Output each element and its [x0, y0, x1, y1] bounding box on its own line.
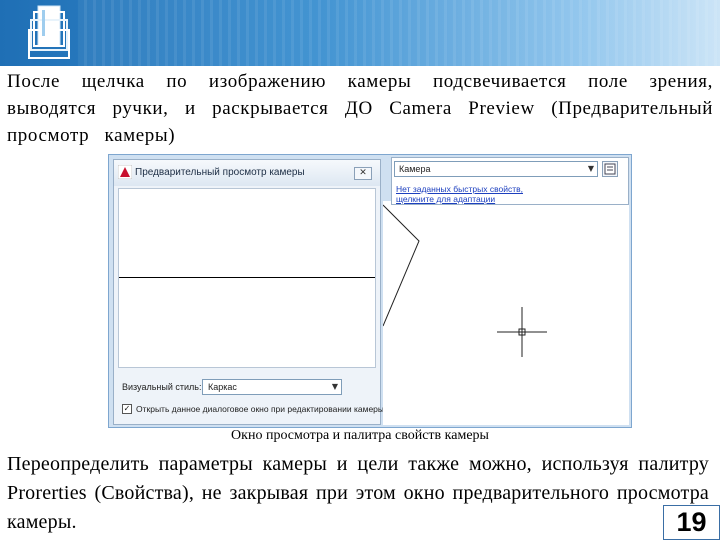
camera-preview-dialog: Предварительный просмотр камеры ✕ Визуал… — [113, 159, 385, 425]
chevron-down-icon: ▼ — [331, 382, 338, 391]
drawing-canvas — [383, 204, 547, 357]
chevron-down-icon: ▼ — [587, 164, 594, 173]
customize-icon — [604, 163, 616, 175]
autocad-app-icon — [118, 165, 132, 179]
no-quick-properties-link[interactable]: Нет заданных быстрых свойств, — [396, 184, 523, 194]
customize-button[interactable] — [602, 161, 618, 177]
object-type-select[interactable]: Камера ▼ — [394, 161, 598, 177]
visual-style-value: Каркас — [208, 382, 237, 392]
camera-preview-viewport — [118, 188, 376, 368]
dialog-title: Предварительный просмотр камеры — [135, 167, 305, 178]
camera-field-of-view — [383, 204, 420, 327]
page-number: 19 — [663, 505, 720, 540]
open-dialog-checkbox-label: Открыть данное диалоговое окно при редак… — [136, 404, 385, 414]
object-type-value: Камера — [399, 164, 431, 174]
horizon-line — [119, 277, 375, 278]
drawing-area[interactable] — [383, 201, 629, 425]
open-dialog-checkbox[interactable]: ✓ — [122, 404, 132, 414]
quick-properties-panel: Камера ▼ Нет заданных быстрых свойств, щ… — [391, 157, 629, 205]
visual-style-select[interactable]: Каркас ▼ — [202, 379, 342, 395]
stacked-pages-logo-icon — [28, 5, 70, 59]
close-button[interactable]: ✕ — [354, 167, 372, 180]
body-paragraph: Переопределить параметры камеры и цели т… — [7, 453, 709, 533]
intro-paragraph: После щелчка по изображению камеры подсв… — [7, 71, 713, 146]
dialog-titlebar[interactable]: Предварительный просмотр камеры ✕ — [114, 160, 380, 186]
figure-caption: Окно просмотра и палитра свойств камеры — [231, 428, 489, 443]
header-stripes — [78, 0, 720, 66]
customize-link[interactable]: щелкните для адаптации — [396, 194, 495, 204]
visual-style-label: Визуальный стиль: — [122, 382, 202, 392]
slide-header — [0, 0, 720, 66]
screenshot-figure: Предварительный просмотр камеры ✕ Визуал… — [108, 154, 632, 428]
